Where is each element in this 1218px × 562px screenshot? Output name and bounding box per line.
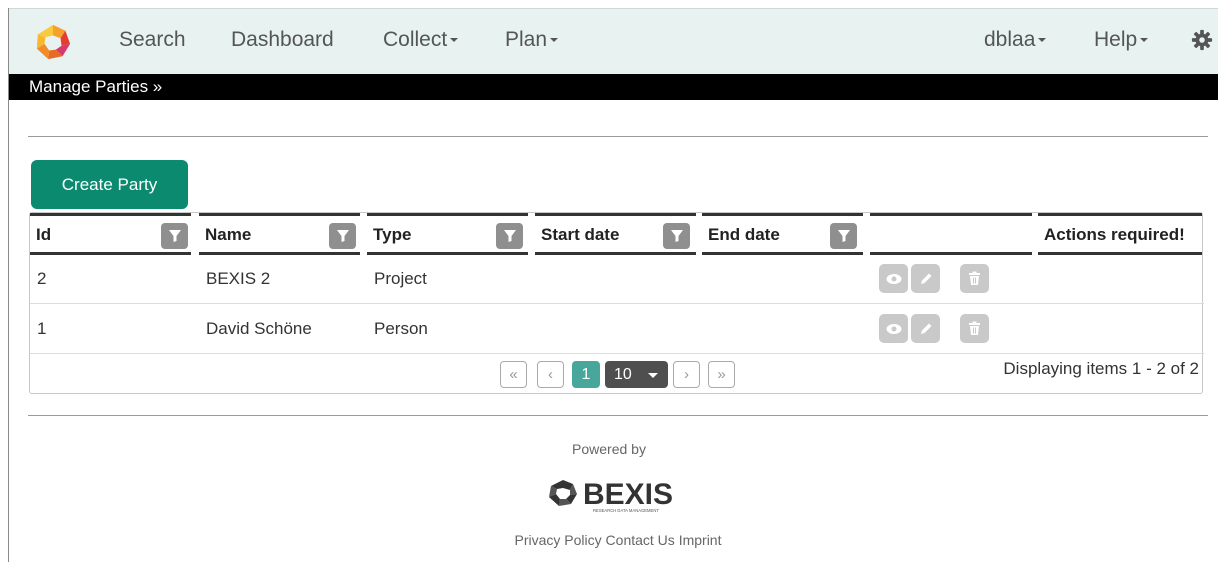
footer-links: Privacy Policy Contact Us Imprint <box>0 532 1218 548</box>
cell-name: BEXIS 2 <box>206 269 271 288</box>
top-navbar: Search Dashboard Collect Plan dblaa Help <box>9 9 1218 74</box>
bexis-logo-icon[interactable] <box>33 23 73 61</box>
powered-by-label: Powered by <box>572 441 646 457</box>
filter-icon[interactable] <box>161 223 188 249</box>
column-label-start-date: Start date <box>541 225 620 244</box>
filter-icon[interactable] <box>496 223 523 249</box>
filter-icon[interactable] <box>830 223 857 249</box>
filter-icon[interactable] <box>329 223 356 249</box>
bexis-logo-mark <box>549 480 577 506</box>
cell-name: David Schöne <box>206 319 312 338</box>
delete-icon[interactable] <box>960 264 989 293</box>
pager-last-button[interactable]: » <box>708 361 735 388</box>
chevron-down-icon <box>550 38 559 43</box>
nav-help-dropdown[interactable]: Help <box>1094 28 1149 52</box>
nav-user-dropdown[interactable]: dblaa <box>984 28 1047 52</box>
column-header-end-date: End date <box>702 213 863 255</box>
divider-bottom <box>28 415 1208 416</box>
column-label-actions-required: Actions required! <box>1044 225 1185 244</box>
nav-plan-label: Plan <box>505 28 548 51</box>
cell-type: Project <box>374 269 427 288</box>
paging-info: Displaying items 1 - 2 of 2 <box>1003 359 1199 378</box>
create-party-button[interactable]: Create Party <box>31 160 188 209</box>
column-header-id: Id <box>30 213 191 255</box>
chevron-down-icon <box>1038 38 1047 43</box>
divider-top <box>28 136 1208 137</box>
row-divider <box>30 353 1204 354</box>
column-header-name: Name <box>199 213 360 255</box>
page-size-select[interactable]: 10 <box>605 361 668 388</box>
manage-parties-menu[interactable]: Manage Parties » <box>29 77 162 97</box>
footer-brand: BEXIS <box>583 478 673 511</box>
chevron-down-icon <box>648 373 658 378</box>
nav-collect-dropdown[interactable]: Collect <box>383 28 459 52</box>
filter-icon[interactable] <box>663 223 690 249</box>
cell-id: 1 <box>37 319 47 338</box>
footer-brand-subtitle: RESEARCH DATA MANAGEMENT <box>593 508 659 513</box>
cell-id: 2 <box>37 269 47 288</box>
pager-next-button[interactable]: › <box>673 361 700 388</box>
view-icon[interactable] <box>879 264 908 293</box>
column-header-start-date: Start date <box>535 213 696 255</box>
nav-collect-label: Collect <box>383 28 448 51</box>
delete-icon[interactable] <box>960 314 989 343</box>
privacy-policy-link[interactable]: Privacy Policy <box>515 532 602 548</box>
column-header-actions-required: Actions required! <box>1038 213 1202 255</box>
cell-type: Person <box>374 319 428 338</box>
sub-menu-bar: Manage Parties » <box>9 74 1218 100</box>
chevron-down-icon <box>450 38 459 43</box>
column-label-name: Name <box>205 225 252 244</box>
nav-search[interactable]: Search <box>119 28 186 52</box>
pager-page-1[interactable]: 1 <box>572 361 600 388</box>
pager-first-button[interactable]: « <box>500 361 527 388</box>
bexis-footer-logo[interactable]: BEXIS RESEARCH DATA MANAGEMENT <box>545 474 695 514</box>
row-divider <box>30 303 1204 304</box>
imprint-link[interactable]: Imprint <box>679 532 722 548</box>
chevron-down-icon <box>1140 38 1149 43</box>
nav-user-label: dblaa <box>984 28 1036 51</box>
edit-icon[interactable] <box>911 264 940 293</box>
page-size-value: 10 <box>614 365 632 383</box>
column-label-type: Type <box>373 225 412 244</box>
contact-us-link[interactable]: Contact Us <box>606 532 675 548</box>
nav-dashboard[interactable]: Dashboard <box>231 28 334 52</box>
pager-prev-button[interactable]: ‹ <box>537 361 564 388</box>
nav-plan-dropdown[interactable]: Plan <box>505 28 559 52</box>
column-label-id: Id <box>36 225 52 244</box>
column-header-type: Type <box>367 213 528 255</box>
edit-icon[interactable] <box>911 314 940 343</box>
nav-help-label: Help <box>1094 28 1138 51</box>
column-label-end-date: End date <box>708 225 780 244</box>
view-icon[interactable] <box>879 314 908 343</box>
column-header-actions <box>870 213 1032 255</box>
parties-table: Id Name Type Start date End date Actions… <box>29 212 1204 394</box>
gear-icon[interactable] <box>1191 29 1213 51</box>
